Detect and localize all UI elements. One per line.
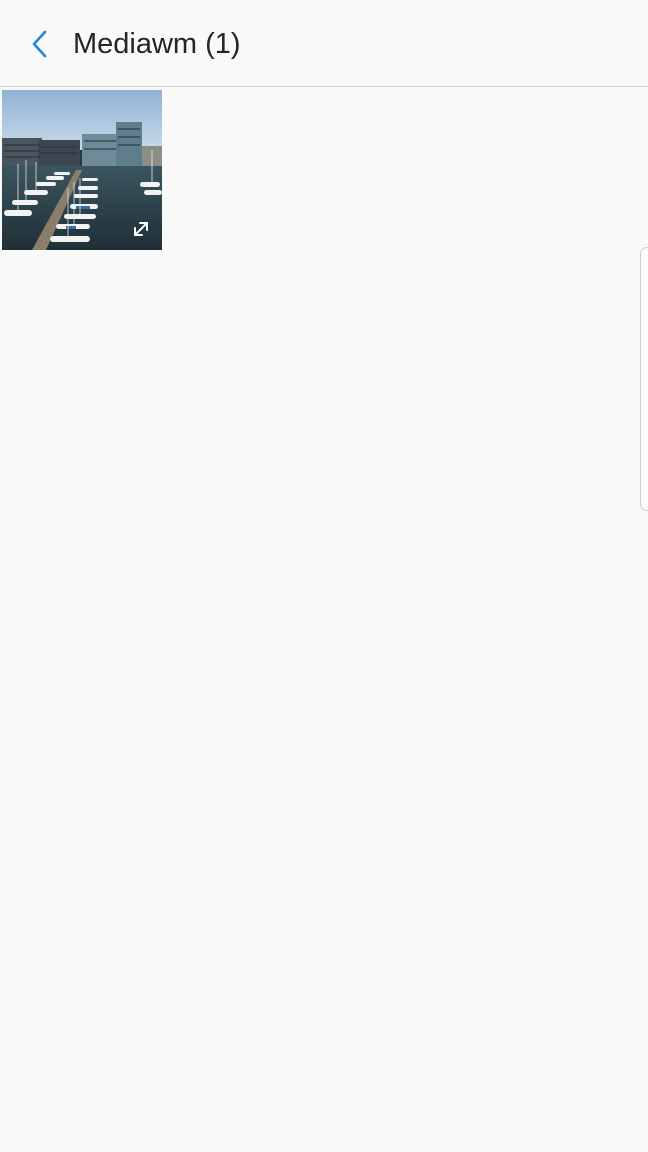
edge-panel-handle[interactable] xyxy=(640,247,648,511)
page-title: Mediawm (1) xyxy=(73,28,241,60)
gallery-screen: Mediawm (1) xyxy=(0,0,648,1152)
app-bar: Mediawm (1) xyxy=(0,0,648,87)
expand-icon xyxy=(130,218,152,240)
chevron-left-icon xyxy=(30,29,50,59)
media-thumbnail[interactable] xyxy=(2,90,162,250)
media-grid xyxy=(2,90,162,250)
back-button[interactable] xyxy=(18,22,62,66)
